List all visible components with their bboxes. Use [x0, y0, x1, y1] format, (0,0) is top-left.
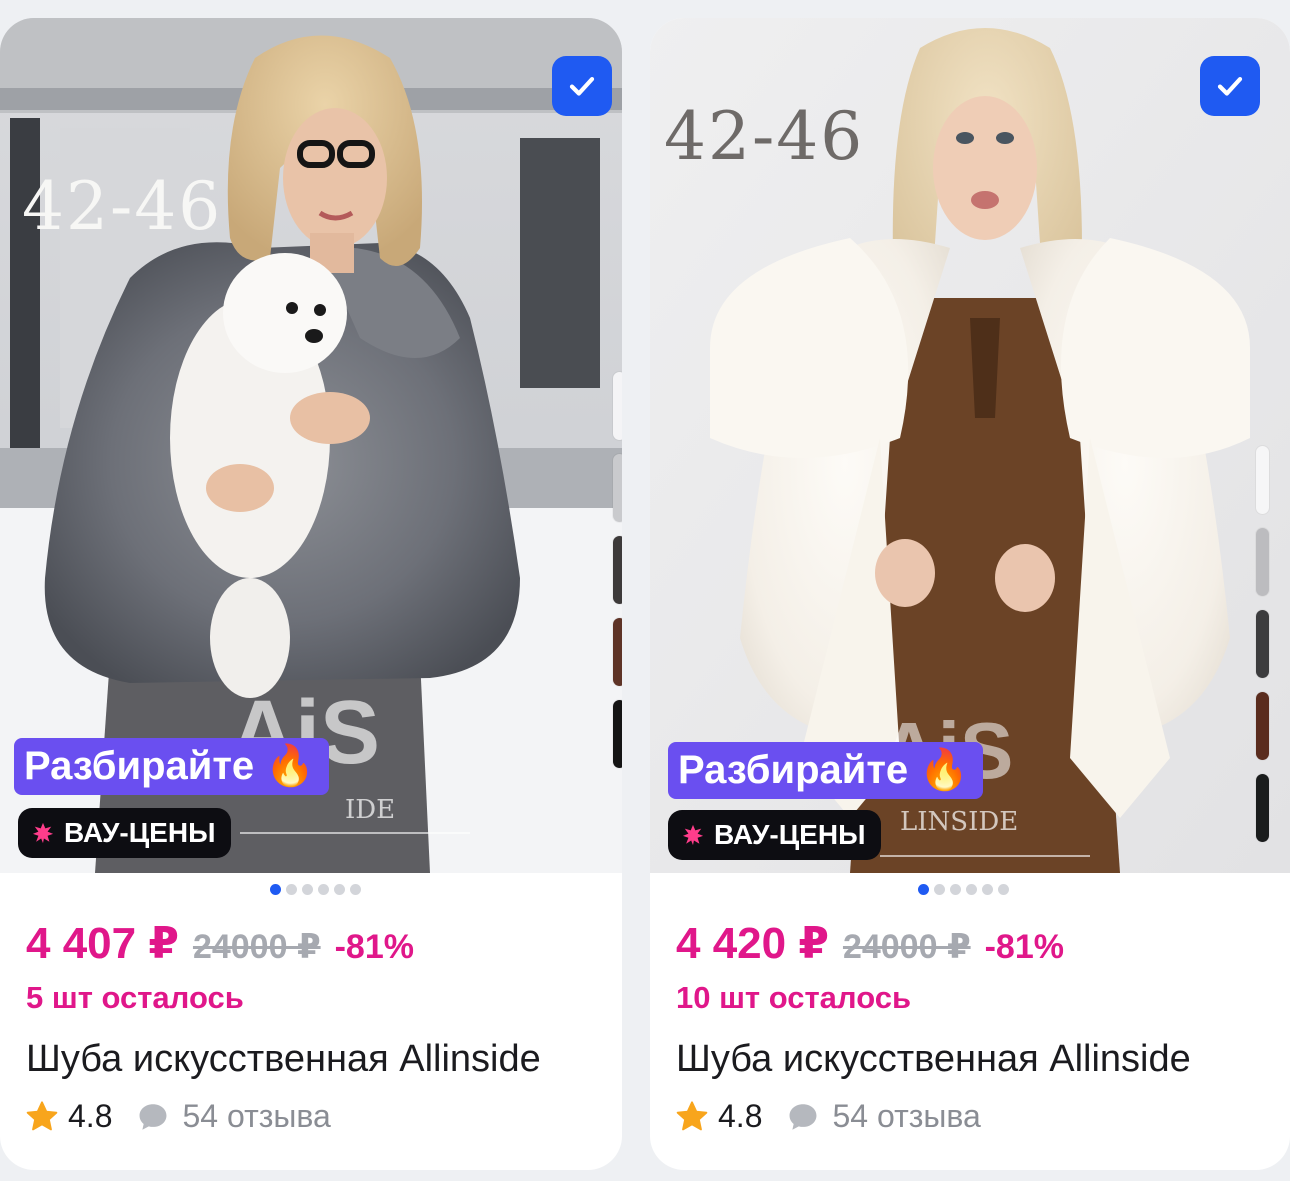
pagination-dot[interactable]: [982, 884, 993, 895]
photo-pagination: [918, 884, 1009, 895]
size-label: 42-46: [664, 98, 865, 175]
fire-icon: 🔥: [919, 748, 970, 792]
wow-price-label: ВАУ-ЦЕНЫ: [64, 817, 216, 848]
old-price: 24000 ₽: [192, 928, 321, 966]
star-icon: [26, 1100, 58, 1130]
svg-text:IDE: IDE: [345, 795, 395, 825]
pagination-dot[interactable]: [966, 884, 977, 895]
promo-label: Разбирайте: [24, 744, 255, 788]
discount-percent: -81%: [984, 928, 1064, 966]
current-price: 4 420 ₽: [676, 919, 829, 968]
color-swatch[interactable]: [1256, 774, 1269, 842]
rating-value: 4.8: [68, 1098, 113, 1134]
checkmark-icon: [1217, 77, 1243, 96]
reviews-count[interactable]: 54 отзыва: [832, 1098, 980, 1135]
svg-text:LINSIDE: LINSIDE: [900, 807, 1018, 837]
pagination-dot[interactable]: [318, 884, 329, 895]
discount-percent: -81%: [334, 928, 414, 966]
color-swatches: [1256, 446, 1270, 842]
promo-label: Разбирайте: [678, 748, 909, 792]
rating-row: 4.8 54 отзыва: [24, 1098, 331, 1135]
star-icon: [676, 1100, 708, 1130]
selected-checkbox[interactable]: [552, 56, 612, 116]
pagination-dot[interactable]: [950, 884, 961, 895]
current-price: 4 407 ₽: [26, 919, 179, 968]
burst-icon: [682, 824, 704, 846]
pagination-dot[interactable]: [934, 884, 945, 895]
comment-icon: [140, 1103, 167, 1130]
product-card[interactable]: AiS LINSIDE 42-46 Разбирайте 🔥: [650, 18, 1290, 1170]
color-swatch[interactable]: [613, 618, 622, 686]
product-title[interactable]: Шуба искусственная Allinside: [676, 1038, 1191, 1081]
checkmark-icon: [569, 77, 595, 96]
color-swatch[interactable]: [613, 454, 622, 522]
rating-value: 4.8: [718, 1098, 763, 1134]
rating-row: 4.8 54 отзыва: [674, 1098, 981, 1135]
photo-pagination: [270, 884, 361, 895]
promo-badge: Разбирайте 🔥: [14, 738, 330, 795]
color-swatch[interactable]: [1256, 446, 1269, 514]
selected-checkbox[interactable]: [1200, 56, 1260, 116]
wow-price-badge: ВАУ-ЦЕНЫ: [668, 810, 882, 860]
pagination-dot[interactable]: [998, 884, 1009, 895]
wow-price-label: ВАУ-ЦЕНЫ: [714, 819, 866, 850]
stock-remaining: 5 шт осталось: [26, 980, 244, 1015]
pagination-dot[interactable]: [286, 884, 297, 895]
color-swatch[interactable]: [1256, 610, 1269, 678]
pagination-dot[interactable]: [270, 884, 281, 895]
product-card[interactable]: AiS IDE 42-46 Разбирайте 🔥 ВАУ-ЦЕНЫ 4 40…: [0, 18, 622, 1170]
reviews-count[interactable]: 54 отзыва: [182, 1098, 330, 1135]
pagination-dot[interactable]: [334, 884, 345, 895]
pagination-dot[interactable]: [350, 884, 361, 895]
product-grid: AiS IDE 42-46 Разбирайте 🔥 ВАУ-ЦЕНЫ 4 40…: [0, 0, 1290, 1181]
color-swatch[interactable]: [613, 536, 622, 604]
pagination-dot[interactable]: [302, 884, 313, 895]
color-swatches: [613, 372, 622, 768]
product-photo[interactable]: AiS IDE 42-46 Разбирайте 🔥 ВАУ-ЦЕНЫ: [0, 18, 622, 873]
price-row: 4 420 ₽ 24000 ₽ -81%: [676, 918, 1064, 969]
color-swatch[interactable]: [1256, 528, 1269, 596]
product-title[interactable]: Шуба искусственная Allinside: [26, 1038, 541, 1081]
burst-icon: [32, 822, 54, 844]
stock-remaining: 10 шт осталось: [676, 980, 912, 1015]
old-price: 24000 ₽: [842, 928, 971, 966]
wow-price-badge: ВАУ-ЦЕНЫ: [18, 808, 232, 858]
promo-badge: Разбирайте 🔥: [668, 742, 984, 799]
product-photo[interactable]: AiS LINSIDE 42-46 Разбирайте 🔥: [650, 18, 1290, 873]
price-row: 4 407 ₽ 24000 ₽ -81%: [26, 918, 414, 969]
pagination-dot[interactable]: [918, 884, 929, 895]
color-swatch[interactable]: [1256, 692, 1269, 760]
fire-icon: 🔥: [265, 744, 316, 788]
comment-icon: [790, 1103, 817, 1130]
size-label: 42-46: [22, 168, 223, 245]
color-swatch[interactable]: [613, 700, 622, 768]
color-swatch[interactable]: [613, 372, 622, 440]
